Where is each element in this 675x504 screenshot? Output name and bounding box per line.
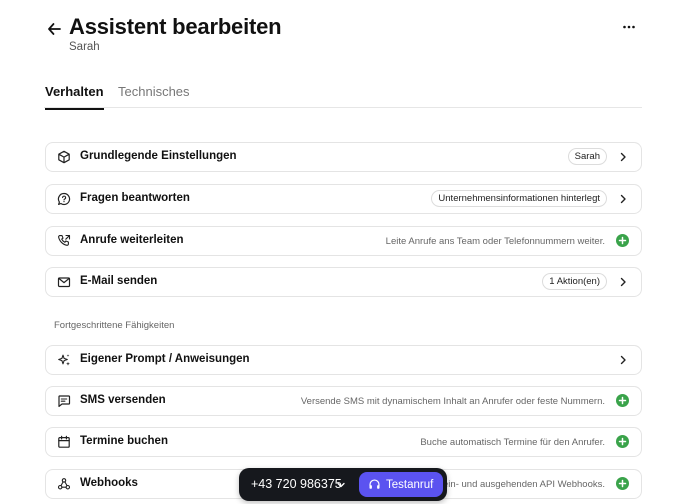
calendar-icon: [58, 435, 70, 448]
test-call-label: Testanruf: [386, 478, 434, 491]
row-label: Fragen beantworten: [80, 192, 190, 204]
action-count-badge: 1 Aktion(en): [542, 273, 607, 290]
row-description: ein- und ausgehenden API Webhooks.: [443, 479, 605, 490]
more-horizontal-icon: [623, 25, 635, 29]
webhook-icon: [57, 478, 71, 490]
row-description: Buche automatisch Termine für den Anrufe…: [420, 437, 605, 448]
row-email-senden[interactable]: E-Mail senden 1 Aktion(en): [45, 267, 642, 297]
plus-icon: [618, 437, 627, 446]
arrow-left-icon: [48, 23, 61, 35]
test-call-button[interactable]: Testanruf: [359, 472, 443, 497]
plus-icon: [618, 396, 627, 405]
chevron-right-icon: [620, 277, 626, 287]
row-fragen-beantworten[interactable]: Fragen beantworten Unternehmensinformati…: [45, 184, 642, 214]
row-label: Webhooks: [80, 477, 138, 489]
tab-technisches[interactable]: Technisches: [118, 84, 190, 99]
add-button[interactable]: [616, 435, 629, 448]
plus-icon: [618, 479, 627, 488]
row-label: Anrufe weiterleiten: [80, 234, 184, 246]
back-button[interactable]: [44, 18, 64, 40]
chat-question-icon: [57, 192, 71, 206]
row-sms-versenden[interactable]: SMS versenden Versende SMS mit dynamisch…: [45, 386, 642, 416]
headset-icon: [369, 479, 380, 489]
chevron-right-icon: [620, 152, 626, 162]
section-heading-advanced: Fortgeschrittene Fähigkeiten: [54, 320, 175, 331]
chevron-right-icon: [620, 355, 626, 365]
chevron-right-icon: [620, 194, 626, 204]
row-grundlegende-einstellungen[interactable]: Grundlegende Einstellungen Sarah: [45, 142, 642, 172]
row-label: SMS versenden: [80, 394, 166, 406]
tab-verhalten[interactable]: Verhalten: [45, 84, 104, 110]
add-button[interactable]: [616, 234, 629, 247]
assistant-name: Sarah: [69, 41, 100, 53]
name-badge: Sarah: [567, 148, 607, 165]
row-description: Versende SMS mit dynamischem Inhalt an A…: [300, 396, 605, 407]
row-termine-buchen[interactable]: Termine buchen Buche automatisch Termine…: [45, 427, 642, 457]
plus-icon: [618, 236, 627, 245]
status-badge: Unternehmensinformationen hinterlegt: [431, 190, 607, 207]
phone-forward-icon: [58, 234, 71, 246]
add-button[interactable]: [616, 477, 629, 490]
row-label: Eigener Prompt / Anweisungen: [80, 353, 250, 365]
tab-bar: Verhalten Technisches: [44, 80, 642, 110]
page-header: Assistent bearbeiten Sarah: [44, 14, 644, 58]
row-anrufe-weiterleiten[interactable]: Anrufe weiterleiten Leite Anrufe ans Tea…: [45, 226, 642, 256]
row-label: Termine buchen: [80, 435, 168, 447]
page-title: Assistent bearbeiten: [69, 14, 282, 39]
row-label: E-Mail senden: [80, 275, 158, 287]
add-button[interactable]: [616, 394, 629, 407]
more-options-button[interactable]: [618, 18, 640, 36]
phone-number-select[interactable]: +43 720 986375: [251, 477, 342, 491]
sparkle-icon: [58, 354, 70, 366]
row-eigener-prompt[interactable]: Eigener Prompt / Anweisungen: [45, 345, 642, 375]
mail-icon: [57, 277, 71, 288]
row-description: Leite Anrufe ans Team oder Telefonnummer…: [385, 236, 605, 247]
chevron-down-icon[interactable]: [336, 480, 346, 490]
cube-icon: [58, 150, 70, 164]
message-icon: [58, 395, 71, 407]
row-label: Grundlegende Einstellungen: [80, 150, 237, 162]
test-call-bar: +43 720 986375 Testanruf: [239, 468, 447, 501]
